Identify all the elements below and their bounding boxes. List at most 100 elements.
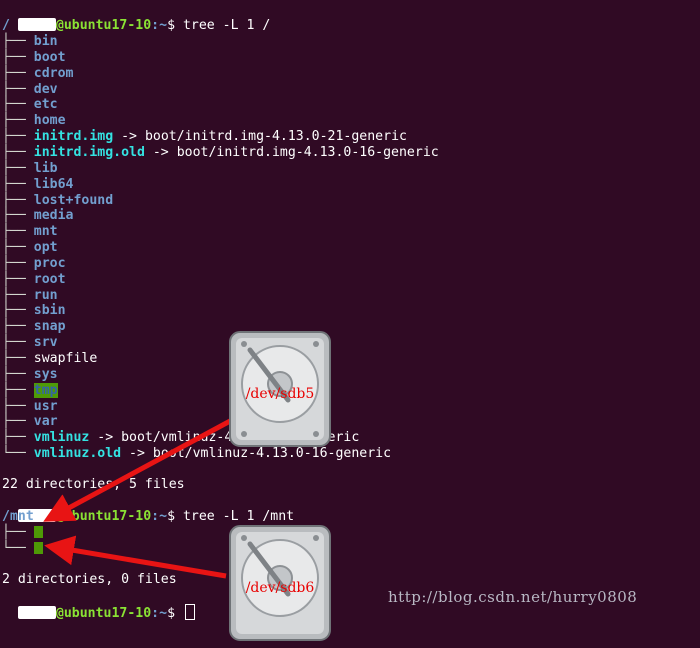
tree-entry: ├── opt — [2, 240, 58, 256]
prompt-path: :~ — [151, 606, 168, 621]
tree-entry: ├── bin — [2, 34, 58, 50]
tree-branch-glyph: ├── — [2, 255, 34, 271]
mnt-entry-2: └── — [2, 541, 43, 557]
prompt-symbol: $ — [167, 509, 176, 524]
prompt-host: @ubuntu17-10 — [55, 18, 152, 33]
tree-branch-glyph: ├── — [2, 335, 34, 351]
tree-entry-name: media — [33, 208, 74, 224]
tree-entry-name: root — [33, 271, 66, 287]
tree-entry-name: run — [33, 287, 58, 303]
tree-entry-name: proc — [33, 255, 66, 271]
tree-entry: ├── initrd.img -> boot/initrd.img-4.13.0… — [2, 129, 407, 145]
tree-branch-glyph: └── — [2, 541, 34, 556]
hard-drive-icon: /dev/sdb5 — [228, 330, 332, 450]
tree-entry: ├── dev — [2, 82, 58, 98]
tree-entry-name: etc — [33, 97, 58, 113]
tree-branch-glyph: ├── — [2, 271, 34, 287]
mnt-subdir-1 — [33, 526, 43, 538]
tree-entry: ├── srv — [2, 335, 58, 351]
tree-branch-glyph: ├── — [2, 224, 34, 240]
tree-entry-name: boot — [33, 49, 66, 65]
tree-entry-name: dev — [33, 81, 58, 97]
tree-entry-name: snap — [33, 319, 66, 335]
tree-branch-glyph: ├── — [2, 129, 34, 145]
tree-entry-name: srv — [33, 335, 58, 351]
tree-branch-glyph: ├── — [2, 176, 34, 192]
tree-entry: ├── var — [2, 414, 58, 430]
tree-entry-name: bin — [33, 34, 58, 49]
prompt-line-1: @ubuntu17-10:~$ tree -L 1 / — [2, 2, 270, 33]
tree-entry-name: home — [33, 113, 66, 129]
tree-branch-glyph: ├── — [2, 97, 34, 113]
redacted-username — [17, 18, 56, 31]
tree-branch-glyph: ├── — [2, 430, 34, 446]
prompt-host: @ubuntu17-10 — [55, 509, 152, 524]
tree-entry-name: vmlinuz — [33, 430, 90, 446]
tree-entry-name: mnt — [33, 224, 58, 240]
tree-branch-glyph: ├── — [2, 525, 34, 540]
tree-branch-glyph: ├── — [2, 192, 34, 208]
watermark: http://blog.csdn.net/hurry0808 — [388, 588, 638, 606]
tree-branch-glyph: ├── — [2, 240, 34, 256]
tree-entry-name: initrd.img.old — [33, 144, 145, 160]
terminal-cursor — [184, 604, 195, 620]
tree-entry: └── vmlinuz.old -> boot/vmlinuz-4.13.0-1… — [2, 446, 391, 462]
tree-root-label: / — [2, 18, 10, 33]
symlink-arrow: -> — [121, 446, 153, 462]
tree-entry-name: tmp — [33, 382, 58, 398]
hard-drive-icon: /dev/sdb6 — [228, 524, 332, 644]
tree-entry: ├── usr — [2, 399, 58, 415]
mnt-entry-1: ├── — [2, 525, 43, 541]
tree-entry: ├── run — [2, 288, 58, 304]
tree-branch-glyph: ├── — [2, 81, 34, 97]
tree-branch-glyph: ├── — [2, 319, 34, 335]
tree-entry: ├── media — [2, 208, 73, 224]
prompt-path: :~ — [151, 18, 168, 33]
tree-entry: ├── swapfile — [2, 351, 97, 367]
symlink-arrow: -> — [144, 144, 177, 160]
prompt-line-3[interactable]: @ubuntu17-10:~$ — [2, 588, 195, 621]
tree-branch-glyph: ├── — [2, 65, 34, 81]
tree-branch-glyph: ├── — [2, 113, 34, 129]
redacted-username — [17, 606, 56, 619]
tree-entry: ├── lost+found — [2, 193, 113, 209]
tree-entry-name: cdrom — [33, 65, 74, 81]
prompt-path: :~ — [151, 509, 168, 524]
tree-entry: ├── lib64 — [2, 177, 73, 193]
tree-entry: ├── cdrom — [2, 66, 73, 82]
tree-entry-name: opt — [33, 240, 58, 256]
symlink-target: boot/initrd.img-4.13.0-16-generic — [176, 144, 439, 160]
tree-branch-glyph: ├── — [2, 398, 34, 414]
prompt-line-2: @ubuntu17-10:~$ tree -L 1 /mnt — [2, 493, 294, 524]
tree-branch-glyph: ├── — [2, 208, 34, 224]
tree-entry: ├── sys — [2, 367, 58, 383]
tree-entry: ├── proc — [2, 256, 66, 272]
mnt-root-label: /mnt — [2, 509, 34, 524]
prompt-symbol: $ — [167, 18, 176, 33]
tree-entry: ├── root — [2, 272, 66, 288]
tree-branch-glyph: ├── — [2, 414, 34, 430]
tree-branch-glyph: └── — [2, 446, 34, 462]
tree-branch-glyph: ├── — [2, 160, 34, 176]
tree-branch-glyph: ├── — [2, 34, 34, 49]
tree-branch-glyph: ├── — [2, 366, 34, 382]
tree-entry: ├── snap — [2, 319, 66, 335]
symlink-arrow: -> — [89, 430, 122, 446]
tree-entry: ├── mnt — [2, 224, 58, 240]
tree-entry-name: lib — [33, 160, 58, 176]
tree-summary: 22 directories, 5 files — [2, 477, 185, 492]
command-text: tree -L 1 / — [182, 18, 271, 33]
mnt-subdir-2 — [33, 542, 43, 554]
tree-entry-name: lib64 — [33, 176, 74, 192]
tree-entry-name: vmlinuz.old — [33, 446, 122, 462]
tree-branch-glyph: ├── — [2, 382, 34, 398]
tree-entry: ├── sbin — [2, 303, 66, 319]
symlink-arrow: -> — [113, 129, 145, 145]
tree-branch-glyph: ├── — [2, 351, 34, 366]
command-text: tree -L 1 /mnt — [182, 509, 295, 524]
tree-entry-name: sbin — [33, 303, 66, 319]
symlink-target: boot/initrd.img-4.13.0-21-generic — [144, 129, 407, 145]
tree-entry-name: swapfile — [33, 351, 98, 366]
mnt-summary: 2 directories, 0 files — [2, 572, 177, 587]
tree-entry: ├── home — [2, 113, 66, 129]
